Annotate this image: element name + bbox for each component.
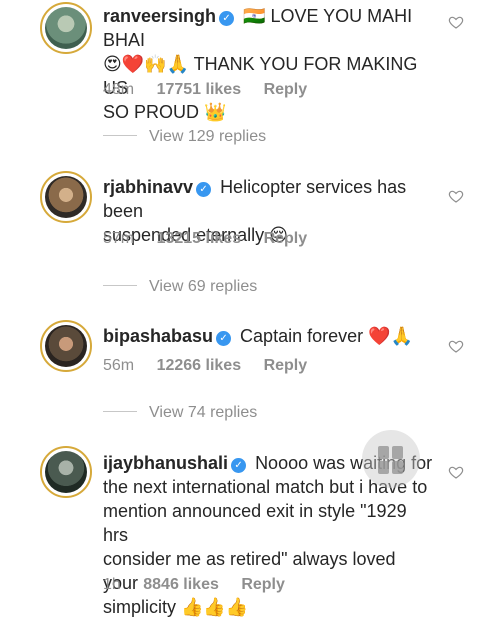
timestamp: 57m [103,230,135,247]
username[interactable]: bipashabasu [103,326,213,346]
likes-count[interactable]: 8846 likes [143,576,219,594]
username[interactable]: ranveersingh [103,6,216,26]
avatar[interactable] [40,320,92,372]
comment-meta: 57m 13215 likes Reply [103,230,325,248]
username[interactable]: ijaybhanushali [103,453,228,473]
heart-icon[interactable] [448,464,464,480]
divider [103,411,137,412]
divider [103,135,137,136]
avatar[interactable] [40,171,92,223]
avatar[interactable] [40,446,92,498]
verified-badge-icon: ✓ [216,331,232,346]
avatar[interactable] [40,2,92,54]
reply-button[interactable]: Reply [241,576,285,594]
reply-button[interactable]: Reply [264,357,308,375]
view-replies-link[interactable]: View 129 replies [103,128,266,146]
likes-count[interactable]: 12266 likes [157,357,242,375]
likes-count[interactable]: 13215 likes [157,230,242,248]
reply-button[interactable]: Reply [264,230,308,248]
view-replies-link[interactable]: View 69 replies [103,278,257,296]
view-replies-link[interactable]: View 74 replies [103,404,257,422]
timestamp: 1h [103,576,121,593]
comment-text: ranveersingh ✓ 🇮🇳 LOVE YOU MAHI BHAI 😍❤️🙌… [103,6,418,122]
timestamp: 48m [103,81,135,98]
heart-icon[interactable] [448,338,464,354]
verified-badge-icon: ✓ [231,458,247,473]
watermark-logo-icon [362,430,420,488]
comment-meta: 56m 12266 likes Reply [103,357,325,375]
verified-badge-icon: ✓ [196,182,212,197]
timestamp: 56m [103,357,135,374]
comment-meta: 1h 8846 likes Reply [103,576,303,594]
heart-icon[interactable] [448,188,464,204]
likes-count[interactable]: 17751 likes [157,81,242,99]
divider [103,285,137,286]
reply-button[interactable]: Reply [264,81,308,99]
comment-text: bipashabasu ✓ Captain forever ❤️🙏 [103,326,413,346]
comment-meta: 48m 17751 likes Reply [103,81,325,99]
verified-badge-icon: ✓ [219,11,235,26]
username[interactable]: rjabhinavv [103,177,193,197]
heart-icon[interactable] [448,14,464,30]
